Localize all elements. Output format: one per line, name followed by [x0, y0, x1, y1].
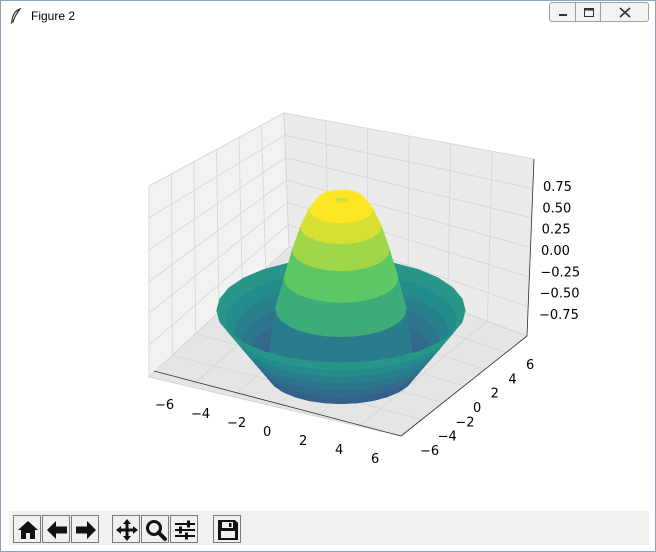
figure-canvas[interactable]: −6−4−20246−6−4−202460.750.500.250.00−0.2…: [9, 31, 649, 511]
x-tick-label: 0: [263, 425, 271, 440]
x-tick-label: 4: [335, 443, 343, 458]
close-button[interactable]: [601, 2, 649, 22]
z-tick-label: −0.75: [539, 308, 579, 323]
z-tick-label: 0.50: [542, 201, 571, 216]
surface-facet: [326, 302, 342, 338]
figure-window: Figure 2 −6 −4 −2 0 2 4 6 −6 −4 −2 0 2 4…: [0, 0, 656, 552]
surface-facet: [340, 302, 356, 338]
y-tick-label: −4: [438, 430, 457, 445]
configure-subplots-button[interactable]: [170, 515, 198, 543]
maximize-icon: [584, 8, 594, 17]
zoom-button[interactable]: [141, 515, 169, 543]
magnifier-icon: [146, 520, 167, 541]
surface-facet: [312, 361, 342, 370]
maximize-button[interactable]: [575, 2, 601, 22]
y-tick-label: 4: [508, 372, 516, 387]
forward-arrow-icon: [76, 521, 96, 539]
y-tick-label: −2: [455, 415, 474, 430]
surface-facet: [340, 361, 370, 370]
surface-facet: [340, 395, 360, 405]
sliders-icon: [175, 520, 195, 540]
close-icon: [619, 7, 631, 18]
x-tick-label: 2: [299, 434, 307, 449]
save-button[interactable]: [213, 515, 241, 543]
forward-button[interactable]: [71, 515, 99, 543]
z-tick-label: 0.00: [541, 244, 570, 259]
x-tick-label: −2: [227, 416, 246, 431]
back-arrow-icon: [47, 521, 67, 539]
home-icon: [18, 521, 38, 539]
x-tick-label: −4: [191, 407, 210, 422]
z-tick-label: −0.25: [540, 265, 580, 280]
pan-button[interactable]: [112, 515, 140, 543]
x-tick-label: 6: [371, 452, 379, 467]
back-button[interactable]: [42, 515, 70, 543]
surface-facet: [340, 388, 362, 398]
floppy-disk-icon: [218, 520, 238, 540]
y-tick-label: 2: [491, 387, 499, 402]
x-tick-label: −6: [155, 398, 174, 413]
minimize-button[interactable]: [549, 2, 575, 22]
home-button[interactable]: [13, 515, 41, 543]
surface-facet: [322, 395, 342, 405]
surface-facet: [340, 243, 353, 272]
y-tick-label: 6: [526, 358, 534, 373]
feather-icon: [10, 8, 22, 24]
window-title: Figure 2: [31, 9, 76, 23]
surface-facet: [340, 270, 354, 304]
move-icon: [116, 519, 138, 541]
z-tick-label: 0.25: [542, 223, 571, 238]
z-tick-label: 0.75: [543, 180, 572, 195]
surface-facet: [329, 243, 342, 272]
surface-facet: [318, 382, 342, 391]
y-tick-label: −6: [420, 444, 439, 459]
surface-facet: [320, 388, 342, 398]
z-tick-label: −0.50: [540, 287, 580, 302]
surface-facet: [340, 382, 364, 391]
surface-facet: [328, 270, 342, 304]
navigation-toolbar: [9, 511, 649, 545]
minimize-icon: [559, 14, 567, 16]
title-bar[interactable]: Figure 2: [1, 1, 655, 31]
y-tick-label: 0: [473, 401, 481, 416]
